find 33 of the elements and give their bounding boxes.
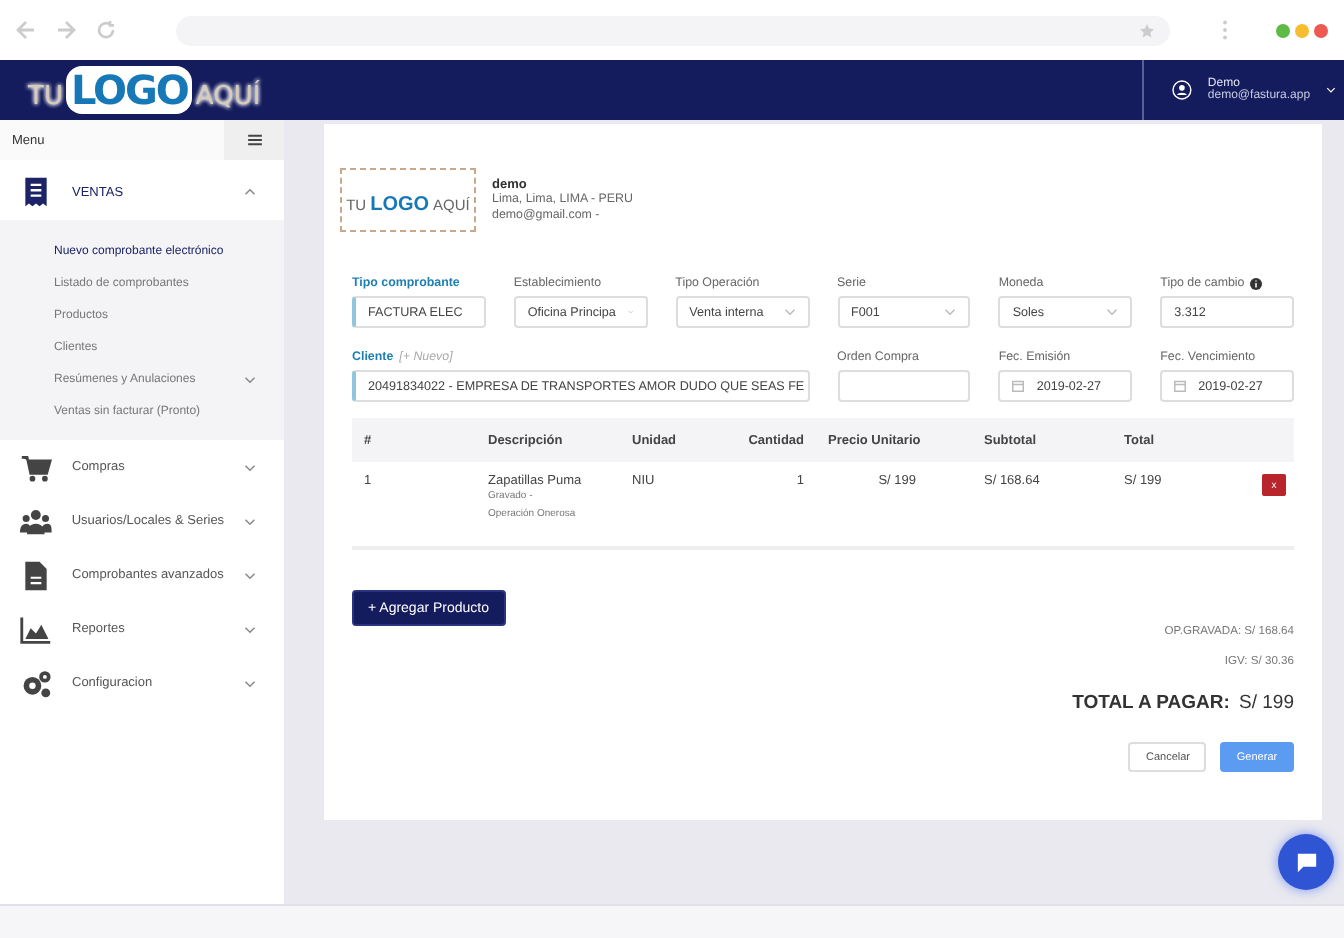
chevron-icon [244, 376, 256, 384]
window-controls-icon [1276, 23, 1328, 37]
chevron-icon [244, 463, 256, 471]
reload-icon [96, 20, 116, 40]
chevron-icon [944, 308, 957, 316]
caret-icon [1326, 86, 1336, 94]
info-icon [1250, 277, 1263, 289]
chart-icon [20, 613, 52, 645]
chevron-icon [1106, 308, 1119, 316]
chevron-icon [244, 625, 256, 633]
more-icon [1222, 18, 1228, 42]
chevron-icon [244, 188, 256, 196]
chevron-icon [244, 571, 256, 579]
user-avatar-icon [1172, 78, 1192, 102]
logo: TU LOGO AQUÍ [28, 66, 261, 114]
grand-total: TOTAL A PAGAR: S/ 199 [1072, 692, 1294, 714]
chevron-icon [783, 308, 795, 316]
document-icon [20, 559, 52, 591]
menu-icon[interactable] [247, 134, 261, 146]
calendar-icon [1174, 380, 1187, 392]
back-icon [16, 20, 36, 40]
cart-icon [20, 451, 52, 483]
chat-icon [1295, 851, 1317, 873]
gears-icon [20, 667, 52, 699]
forward-icon [56, 20, 76, 40]
calendar-icon [1012, 380, 1025, 392]
input-field[interactable] [837, 370, 971, 402]
receipt-icon [20, 176, 52, 208]
users-icon [20, 505, 52, 537]
chat-button[interactable] [1278, 834, 1334, 890]
chevron-icon [244, 517, 256, 525]
star-icon [1140, 23, 1154, 37]
chevron-icon [244, 679, 256, 687]
